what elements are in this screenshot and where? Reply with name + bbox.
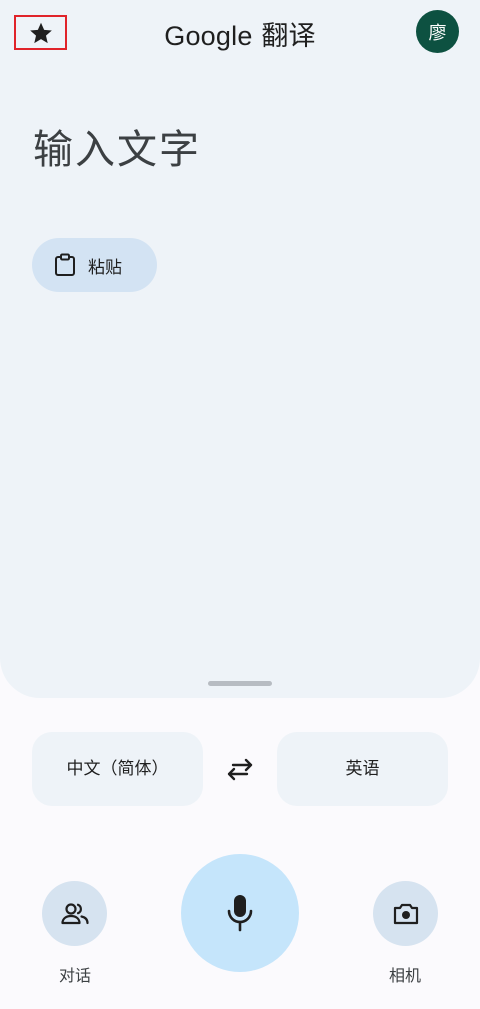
- clipboard-icon: [55, 253, 75, 276]
- drag-handle[interactable]: [208, 681, 272, 686]
- conversation-label: 对话: [58, 966, 91, 985]
- brand-name: Google: [164, 21, 253, 51]
- microphone-button[interactable]: [181, 854, 299, 972]
- source-language-label: 中文（简体）: [66, 759, 169, 779]
- swap-languages-button[interactable]: [222, 754, 258, 784]
- account-avatar[interactable]: 廖: [416, 10, 459, 53]
- target-language-button[interactable]: 英语: [277, 732, 448, 806]
- source-language-button[interactable]: 中文（简体）: [32, 732, 203, 806]
- app-title: Google 翻译: [0, 14, 480, 53]
- camera-icon: [393, 903, 418, 924]
- input-panel[interactable]: Google 翻译 廖 输入文字 粘贴: [0, 0, 480, 698]
- camera-button[interactable]: [373, 881, 438, 946]
- paste-label: 粘贴: [88, 257, 122, 278]
- avatar-initial: 廖: [428, 22, 447, 44]
- target-language-label: 英语: [345, 759, 380, 779]
- camera-label: 相机: [388, 966, 421, 985]
- microphone-icon: [227, 895, 253, 932]
- title-suffix: 翻译: [261, 21, 316, 52]
- conversation-button[interactable]: [42, 881, 107, 946]
- swap-icon: [227, 758, 253, 781]
- paste-button[interactable]: 粘贴: [32, 238, 157, 292]
- text-input-placeholder[interactable]: 输入文字: [33, 117, 201, 175]
- people-icon: [60, 902, 89, 924]
- translate-screen: Google 翻译 廖 输入文字 粘贴 中文（简体） 英语 对话 相机: [0, 0, 480, 1009]
